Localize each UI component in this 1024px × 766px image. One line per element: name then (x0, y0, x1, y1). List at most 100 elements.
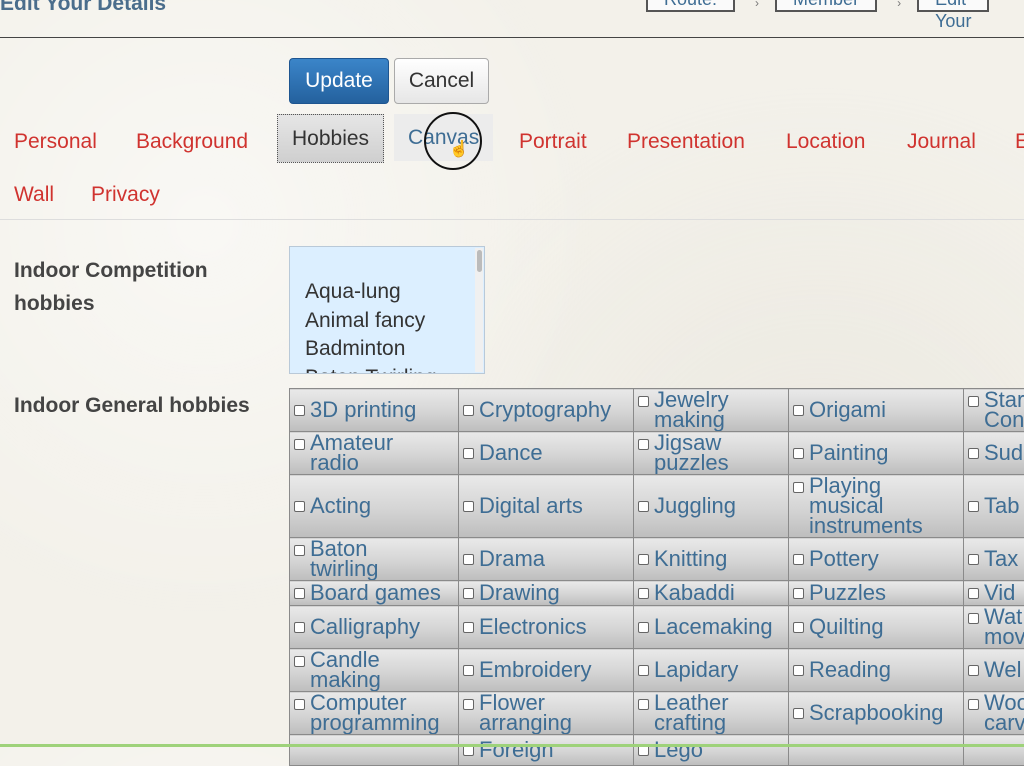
hobby-option[interactable]: Electronics (461, 617, 633, 637)
hobby-option[interactable]: Tab (966, 496, 1024, 516)
hobby-checkbox[interactable] (294, 656, 305, 667)
hobby-checkbox[interactable] (793, 448, 804, 459)
hobby-option[interactable]: Reading (791, 660, 963, 680)
hobby-checkbox[interactable] (294, 405, 305, 416)
hobby-option[interactable]: Wel (966, 660, 1024, 680)
hobby-option[interactable]: Leathercrafting (636, 693, 788, 733)
hobby-checkbox[interactable] (793, 708, 804, 719)
breadcrumb-item-member[interactable]: Member› (775, 0, 877, 12)
hobby-option[interactable]: Amateurradio (292, 433, 458, 473)
hobby-checkbox[interactable] (638, 396, 649, 407)
hobby-checkbox[interactable] (968, 448, 979, 459)
breadcrumb-item-edit[interactable]: Edit Your (917, 0, 989, 12)
hobby-checkbox[interactable] (638, 554, 649, 565)
hobby-option[interactable]: Jigsawpuzzles (636, 433, 788, 473)
hobby-option[interactable]: StarCon (966, 390, 1024, 430)
hobby-checkbox[interactable] (638, 588, 649, 599)
list-item[interactable]: Aqua-lung (290, 278, 484, 307)
hobby-checkbox[interactable] (638, 622, 649, 633)
hobby-checkbox[interactable] (294, 545, 305, 556)
hobby-option[interactable]: Cryptography (461, 400, 633, 420)
hobby-option[interactable]: Scrapbooking (791, 703, 963, 723)
hobby-option[interactable]: Dance (461, 443, 633, 463)
hobby-checkbox[interactable] (968, 396, 979, 407)
hobby-checkbox[interactable] (638, 439, 649, 450)
hobby-option[interactable]: Candlemaking (292, 650, 458, 690)
tab-presentation[interactable]: Presentation (627, 131, 745, 152)
hobby-checkbox[interactable] (968, 699, 979, 710)
hobby-checkbox[interactable] (638, 501, 649, 512)
hobby-option[interactable]: Jewelrymaking (636, 390, 788, 430)
hobby-option[interactable]: Batontwirling (292, 539, 458, 579)
hobby-option[interactable]: Computerprogramming (292, 693, 458, 733)
hobby-option[interactable]: Origami (791, 400, 963, 420)
hobby-option[interactable]: Lacemaking (636, 617, 788, 637)
hobby-option[interactable]: Woocarv (966, 693, 1024, 733)
hobby-option[interactable]: Flowerarranging (461, 693, 633, 733)
hobby-option[interactable]: Drawing (461, 583, 633, 603)
hobby-option[interactable]: Painting (791, 443, 963, 463)
hobby-checkbox[interactable] (463, 699, 474, 710)
hobby-option[interactable]: Foreign (461, 740, 633, 760)
hobby-checkbox[interactable] (294, 588, 305, 599)
hobby-option[interactable]: Knitting (636, 549, 788, 569)
tab-location[interactable]: Location (786, 131, 865, 152)
tab-wall[interactable]: Wall (14, 184, 54, 205)
update-button[interactable]: Update (289, 58, 389, 104)
hobby-option[interactable]: Embroidery (461, 660, 633, 680)
hobby-option[interactable]: Lego (636, 740, 788, 760)
hobby-checkbox[interactable] (793, 665, 804, 676)
list-item[interactable]: Baton Twirling (290, 364, 484, 375)
hobby-option[interactable]: Playingmusicalinstruments (791, 476, 963, 536)
hobby-option[interactable]: Watmov (966, 607, 1024, 647)
hobby-checkbox[interactable] (968, 613, 979, 624)
hobby-option[interactable]: Juggling (636, 496, 788, 516)
hobby-checkbox[interactable] (463, 448, 474, 459)
scrollbar-thumb[interactable] (477, 250, 482, 272)
hobby-option[interactable]: Tax (966, 549, 1024, 569)
hobby-option[interactable]: 3D printing (292, 400, 458, 420)
hobby-option[interactable]: Board games (292, 583, 458, 603)
hobby-checkbox[interactable] (968, 665, 979, 676)
hobby-checkbox[interactable] (793, 405, 804, 416)
hobby-checkbox[interactable] (968, 554, 979, 565)
hobby-checkbox[interactable] (638, 665, 649, 676)
hobby-checkbox[interactable] (463, 554, 474, 565)
hobby-option[interactable]: Digital arts (461, 496, 633, 516)
hobby-option[interactable]: Acting (292, 496, 458, 516)
tab-journal[interactable]: Journal (907, 131, 976, 152)
hobby-checkbox[interactable] (968, 588, 979, 599)
hobby-checkbox[interactable] (638, 699, 649, 710)
tab-personal[interactable]: Personal (14, 131, 97, 152)
hobby-option[interactable]: Kabaddi (636, 583, 788, 603)
tab-portrait[interactable]: Portrait (519, 131, 587, 152)
tab-background[interactable]: Background (136, 131, 248, 152)
hobby-checkbox[interactable] (294, 699, 305, 710)
hobby-checkbox[interactable] (463, 622, 474, 633)
tab-privacy[interactable]: Privacy (91, 184, 160, 205)
breadcrumb-item-route[interactable]: Route:› (646, 0, 735, 12)
hobby-option[interactable]: Quilting (791, 617, 963, 637)
hobby-checkbox[interactable] (793, 622, 804, 633)
hobby-checkbox[interactable] (463, 588, 474, 599)
hobby-option[interactable]: Drama (461, 549, 633, 569)
hobby-checkbox[interactable] (463, 405, 474, 416)
hobby-checkbox[interactable] (793, 588, 804, 599)
cancel-button[interactable]: Cancel (394, 58, 489, 104)
hobby-checkbox[interactable] (463, 665, 474, 676)
hobby-checkbox[interactable] (793, 554, 804, 565)
list-item[interactable]: Animal fancy (290, 307, 484, 336)
hobby-checkbox[interactable] (294, 501, 305, 512)
list-item[interactable]: Badminton (290, 335, 484, 364)
hobby-option[interactable]: Vid (966, 583, 1024, 603)
hobby-checkbox[interactable] (294, 622, 305, 633)
hobby-option[interactable]: Calligraphy (292, 617, 458, 637)
hobby-option[interactable]: Lapidary (636, 660, 788, 680)
hobby-option[interactable]: Sud (966, 443, 1024, 463)
hobby-option[interactable]: Pottery (791, 549, 963, 569)
hobby-checkbox[interactable] (793, 482, 804, 493)
tab-overflow[interactable]: E (1015, 131, 1024, 152)
hobby-checkbox[interactable] (463, 501, 474, 512)
hobby-checkbox[interactable] (968, 501, 979, 512)
hobby-checkbox[interactable] (294, 439, 305, 450)
